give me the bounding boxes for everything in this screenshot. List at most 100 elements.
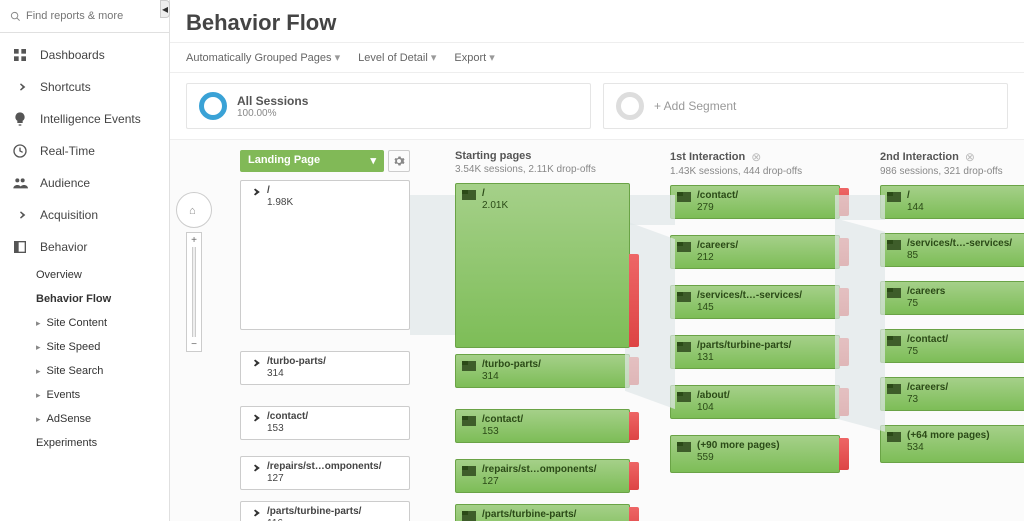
nav-acquisition[interactable]: Acquisition [0, 199, 169, 231]
page-header: Behavior Flow [170, 0, 1024, 43]
search-box [0, 0, 169, 33]
nav-realtime[interactable]: Real-Time [0, 135, 169, 167]
flow-link [410, 195, 460, 335]
flow-node[interactable]: /2.01K [455, 183, 630, 348]
flow-col-2nd: 2nd Interaction⊗ 986 sessions, 321 drop-… [880, 150, 1024, 521]
sub-overview[interactable]: Overview [36, 263, 169, 287]
page-icon [462, 361, 476, 371]
segment-circle-icon [199, 92, 227, 120]
flow-node[interactable]: /repairs/st…omponents/127 [240, 456, 410, 490]
flow-area[interactable]: ⌂ + − Landing Page [170, 140, 1024, 521]
page-icon [887, 288, 901, 298]
flow-node[interactable]: /parts/turbine-parts/116 [455, 504, 630, 521]
flow-nav-controls: ⌂ + − [176, 192, 212, 352]
zoom-out-button[interactable]: − [187, 337, 201, 351]
flow-node[interactable]: /contact/75 [880, 329, 1024, 363]
toolbar: Automatically Grouped Pages Level of Det… [170, 43, 1024, 73]
flow-node[interactable]: /careers/73 [880, 377, 1024, 411]
flow-node[interactable]: (+90 more pages)559 [670, 435, 840, 473]
col-close-icon[interactable]: ⊗ [965, 150, 975, 164]
page-icon [462, 511, 476, 521]
flow-node[interactable]: /144 [880, 185, 1024, 219]
page-icon [677, 442, 691, 452]
sub-site-content[interactable]: Site Content [36, 311, 169, 335]
sub-site-speed[interactable]: Site Speed [36, 335, 169, 359]
page-icon [887, 192, 901, 202]
segment-circle-empty-icon [616, 92, 644, 120]
zoom-in-button[interactable]: + [187, 233, 201, 247]
toolbar-detail[interactable]: Level of Detail [358, 51, 436, 64]
sub-adsense[interactable]: AdSense [36, 407, 169, 431]
arrow-right-icon [247, 508, 261, 518]
flow-node[interactable]: (+64 more pages)534 [880, 425, 1024, 463]
flow-link [835, 218, 885, 431]
flow-node[interactable]: /services/t…-services/145 [670, 285, 840, 319]
page-icon [677, 192, 691, 202]
zoom-slider[interactable] [192, 247, 196, 337]
flow-node[interactable]: /parts/turbine-parts/116 [240, 501, 410, 521]
col-title: Starting pages [455, 150, 531, 162]
col-subtitle: 3.54K sessions, 2.11K drop-offs [455, 164, 630, 175]
sub-behavior-flow[interactable]: Behavior Flow [36, 287, 169, 311]
nav-intelligence[interactable]: Intelligence Events [0, 103, 169, 135]
nav-shortcuts[interactable]: Shortcuts [0, 71, 169, 103]
home-icon[interactable]: ⌂ [189, 205, 196, 217]
flow-col-starting: Starting pages 3.54K sessions, 2.11K dro… [455, 150, 630, 521]
page-icon [887, 384, 901, 394]
dropoff-bar [629, 462, 639, 490]
page-icon [677, 292, 691, 302]
col-title: 1st Interaction [670, 151, 745, 163]
segment-all[interactable]: All Sessions 100.00% [186, 83, 591, 129]
page-icon [677, 242, 691, 252]
arrow-right-icon [247, 463, 261, 473]
page-title: Behavior Flow [186, 10, 1008, 36]
page-icon [462, 466, 476, 476]
flow-node[interactable]: /contact/153 [455, 409, 630, 443]
page-icon [462, 190, 476, 200]
flow-node[interactable]: /1.98K [240, 180, 410, 330]
sub-site-search[interactable]: Site Search [36, 359, 169, 383]
flow-node[interactable]: /careers75 [880, 281, 1024, 315]
gear-button[interactable] [388, 150, 410, 172]
sub-events[interactable]: Events [36, 383, 169, 407]
flow-col-source: Landing Page /1.98K /turbo-parts/314 /co… [240, 150, 410, 521]
page-icon [887, 240, 901, 250]
page-icon [677, 392, 691, 402]
flow-node[interactable]: /careers/212 [670, 235, 840, 269]
search-input[interactable] [6, 6, 163, 26]
page-icon [677, 342, 691, 352]
search-icon [10, 11, 21, 22]
nav-list: Dashboards Shortcuts Intelligence Events… [0, 33, 169, 521]
flow-node[interactable]: /services/t…-services/85 [880, 233, 1024, 267]
gear-icon [393, 155, 405, 167]
nav-behavior[interactable]: Behavior [0, 231, 169, 263]
sidebar-collapse[interactable]: ◂ [160, 0, 170, 18]
flow-node[interactable]: /contact/279 [670, 185, 840, 219]
segment-add[interactable]: + Add Segment [603, 83, 1008, 129]
flow-link [835, 195, 885, 220]
flow-node[interactable]: /turbo-parts/314 [455, 354, 630, 388]
page-icon [887, 336, 901, 346]
toolbar-export[interactable]: Export [454, 51, 494, 64]
flow-zoom-control: + − [186, 232, 202, 352]
dropoff-bar [839, 438, 849, 470]
segments: All Sessions 100.00% + Add Segment [170, 73, 1024, 140]
flow-node[interactable]: /parts/turbine-parts/131 [670, 335, 840, 369]
nav-behavior-sub: Overview Behavior Flow Site Content Site… [0, 263, 169, 455]
dropoff-bar [629, 412, 639, 440]
toolbar-grouped[interactable]: Automatically Grouped Pages [186, 51, 340, 64]
dropoff-bar [629, 507, 639, 521]
flow-node[interactable]: /about/104 [670, 385, 840, 419]
page-icon [462, 416, 476, 426]
flow-node[interactable]: /contact/153 [240, 406, 410, 440]
landing-page-dropdown[interactable]: Landing Page [240, 150, 384, 172]
sub-experiments[interactable]: Experiments [36, 431, 169, 455]
nav-dashboards[interactable]: Dashboards [0, 39, 169, 71]
col-close-icon[interactable]: ⊗ [751, 150, 761, 164]
flow-pan-control[interactable]: ⌂ [176, 192, 212, 228]
col-subtitle: 1.43K sessions, 444 drop-offs [670, 166, 840, 177]
flow-node[interactable]: /repairs/st…omponents/127 [455, 459, 630, 493]
nav-audience[interactable]: Audience [0, 167, 169, 199]
flow-node[interactable]: /turbo-parts/314 [240, 351, 410, 385]
sidebar: Dashboards Shortcuts Intelligence Events… [0, 0, 170, 521]
